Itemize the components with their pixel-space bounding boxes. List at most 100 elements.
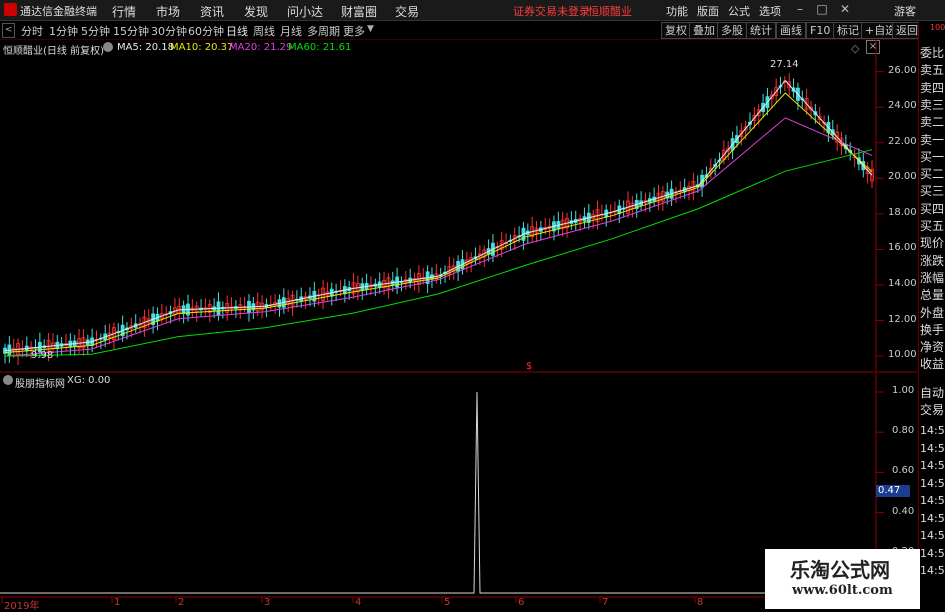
quote-label: 收益	[920, 357, 945, 372]
minimize-icon[interactable]: –	[793, 2, 807, 16]
menu-item-wenxiaoda[interactable]: 问小达	[287, 3, 323, 20]
trade-time: 14:56	[920, 494, 945, 507]
quote-label: 买四	[920, 201, 945, 216]
quote-label: 卖五	[920, 63, 945, 78]
draw-line-button[interactable]: 画线	[776, 22, 806, 39]
tab-60min[interactable]: 60分钟	[188, 23, 224, 39]
tab-multi-period[interactable]: 多周期	[307, 23, 340, 39]
tab-more[interactable]: 更多	[343, 23, 365, 39]
menu-item-faxian[interactable]: 发现	[244, 3, 268, 20]
app-logo-icon	[4, 3, 17, 16]
quote-label: 交易	[920, 403, 945, 417]
quote-label: 总量	[920, 288, 945, 303]
quote-label: 委比	[920, 46, 945, 60]
y-tick-main: 18.00	[888, 206, 917, 218]
y-tick-indicator: 1.00	[892, 385, 915, 396]
kline-chart[interactable]	[0, 40, 918, 609]
title-bar: 通达信金融终端 行情 市场 资讯 发现 问小达 财富圈 交易 证券交易未登录 恒…	[0, 0, 945, 21]
tab-1min[interactable]: 1分钟	[49, 23, 78, 39]
stock-name-top: 恒顺醋业	[588, 5, 632, 18]
trade-time: 14:56	[920, 476, 945, 490]
max-price-label: 27.14	[770, 59, 799, 70]
menu-item-gongneng[interactable]: 功能	[666, 3, 688, 19]
indicator-current-value: 0.47	[876, 485, 910, 497]
stats-button[interactable]: 统计	[746, 22, 776, 39]
menu-item-shichang[interactable]: 市场	[156, 3, 180, 20]
tab-weekly[interactable]: 周线	[253, 23, 275, 39]
x-axis-label: 3	[264, 597, 271, 608]
y-tick-main: 20.00	[888, 171, 917, 183]
quote-label: 买一	[920, 149, 945, 164]
tab-30min[interactable]: 30分钟	[151, 23, 187, 39]
quote-label: 涨幅	[920, 270, 945, 285]
trade-time: 14:56	[920, 511, 945, 525]
x-axis-label: 8	[697, 597, 704, 608]
trade-time: 14:56	[920, 441, 945, 455]
x-axis-label: 4	[355, 597, 362, 608]
quote-label: 卖二	[920, 115, 945, 130]
restore-icon[interactable]: □	[815, 2, 829, 16]
dividend-marker-icon: $	[526, 361, 533, 372]
quote-label: 卖一	[920, 132, 945, 147]
indicator-settings-icon[interactable]	[3, 375, 13, 385]
y-tick-main: 10.00	[888, 349, 917, 361]
trade-time: 14:56	[920, 459, 945, 472]
multi-stock-button[interactable]: 多股	[717, 22, 747, 39]
menu-item-jiaoyi[interactable]: 交易	[395, 3, 419, 20]
tab-5min[interactable]: 5分钟	[81, 23, 110, 39]
f10-button[interactable]: F10	[806, 22, 835, 39]
mark-button[interactable]: 标记	[833, 22, 863, 39]
x-axis-label: 1	[114, 597, 121, 608]
trade-time: 14:56	[920, 546, 945, 560]
x-axis-label: 5	[444, 597, 451, 608]
tab-daily[interactable]: 日线	[226, 23, 248, 39]
quote-label: 买二	[920, 167, 945, 182]
y-tick-main: 12.00	[888, 313, 917, 325]
min-price-label: 9.98	[31, 350, 54, 361]
menu-item-gongshi[interactable]: 公式	[728, 3, 750, 19]
watermark-title: 乐淘公式网	[790, 558, 890, 582]
y-tick-indicator: 0.80	[892, 425, 915, 437]
fuquan-button[interactable]: 复权	[661, 22, 691, 39]
y-tick-indicator: 0.60	[892, 465, 915, 477]
indicator-title: 股朋指标网	[15, 379, 65, 390]
collapse-icon[interactable]: <	[2, 23, 15, 38]
menu-item-zixun[interactable]: 资讯	[200, 3, 224, 20]
y-tick-main: 22.00	[888, 135, 917, 147]
guest-label[interactable]: 游客	[894, 3, 916, 19]
xg-indicator-line	[0, 391, 876, 594]
y-tick-main: 16.00	[888, 242, 917, 254]
panel-top-mark: 10000	[930, 23, 945, 32]
trade-login-notice[interactable]: 证券交易未登录	[513, 3, 590, 19]
menu-item-caifuquan[interactable]: 财富圈	[341, 3, 377, 20]
y-tick-main: 14.00	[888, 278, 917, 289]
x-axis-label: 2	[178, 597, 185, 608]
x-axis-label: 7	[602, 597, 609, 608]
quote-label: 净资	[920, 340, 945, 355]
trade-time: 14:56	[920, 529, 945, 542]
menu-item-hangqing[interactable]: 行情	[112, 3, 136, 20]
tab-15min[interactable]: 15分钟	[113, 23, 149, 39]
xg-label: XG: 0.00	[67, 375, 111, 386]
quote-label: 自动	[920, 386, 945, 400]
watermark-url: www.60lt.com	[792, 583, 893, 598]
quote-label: 外盘	[920, 305, 945, 320]
menu-item-xuanxiang[interactable]: 选项	[759, 3, 781, 19]
more-chevron-icon[interactable]: ▼	[367, 24, 374, 34]
close-icon[interactable]: ✕	[838, 2, 852, 16]
y-tick-main: 26.00	[888, 64, 917, 76]
quote-label: 涨跌	[920, 253, 945, 268]
trade-time: 14:56	[920, 564, 945, 577]
ma-line-ma20	[4, 117, 873, 357]
ma-line-ma10	[4, 92, 873, 354]
quote-label: 现价	[920, 236, 945, 251]
tab-monthly[interactable]: 月线	[280, 23, 302, 39]
quote-label: 卖三	[920, 97, 945, 112]
y-tick-indicator: 0.40	[892, 505, 915, 517]
menu-item-banmian[interactable]: 版面	[697, 3, 719, 19]
quote-label: 卖四	[920, 80, 945, 95]
tab-fenshi[interactable]: 分时	[21, 23, 43, 39]
quote-label: 买三	[920, 184, 945, 199]
overlay-button[interactable]: 叠加	[689, 22, 719, 39]
quote-label: 买五	[920, 219, 945, 233]
